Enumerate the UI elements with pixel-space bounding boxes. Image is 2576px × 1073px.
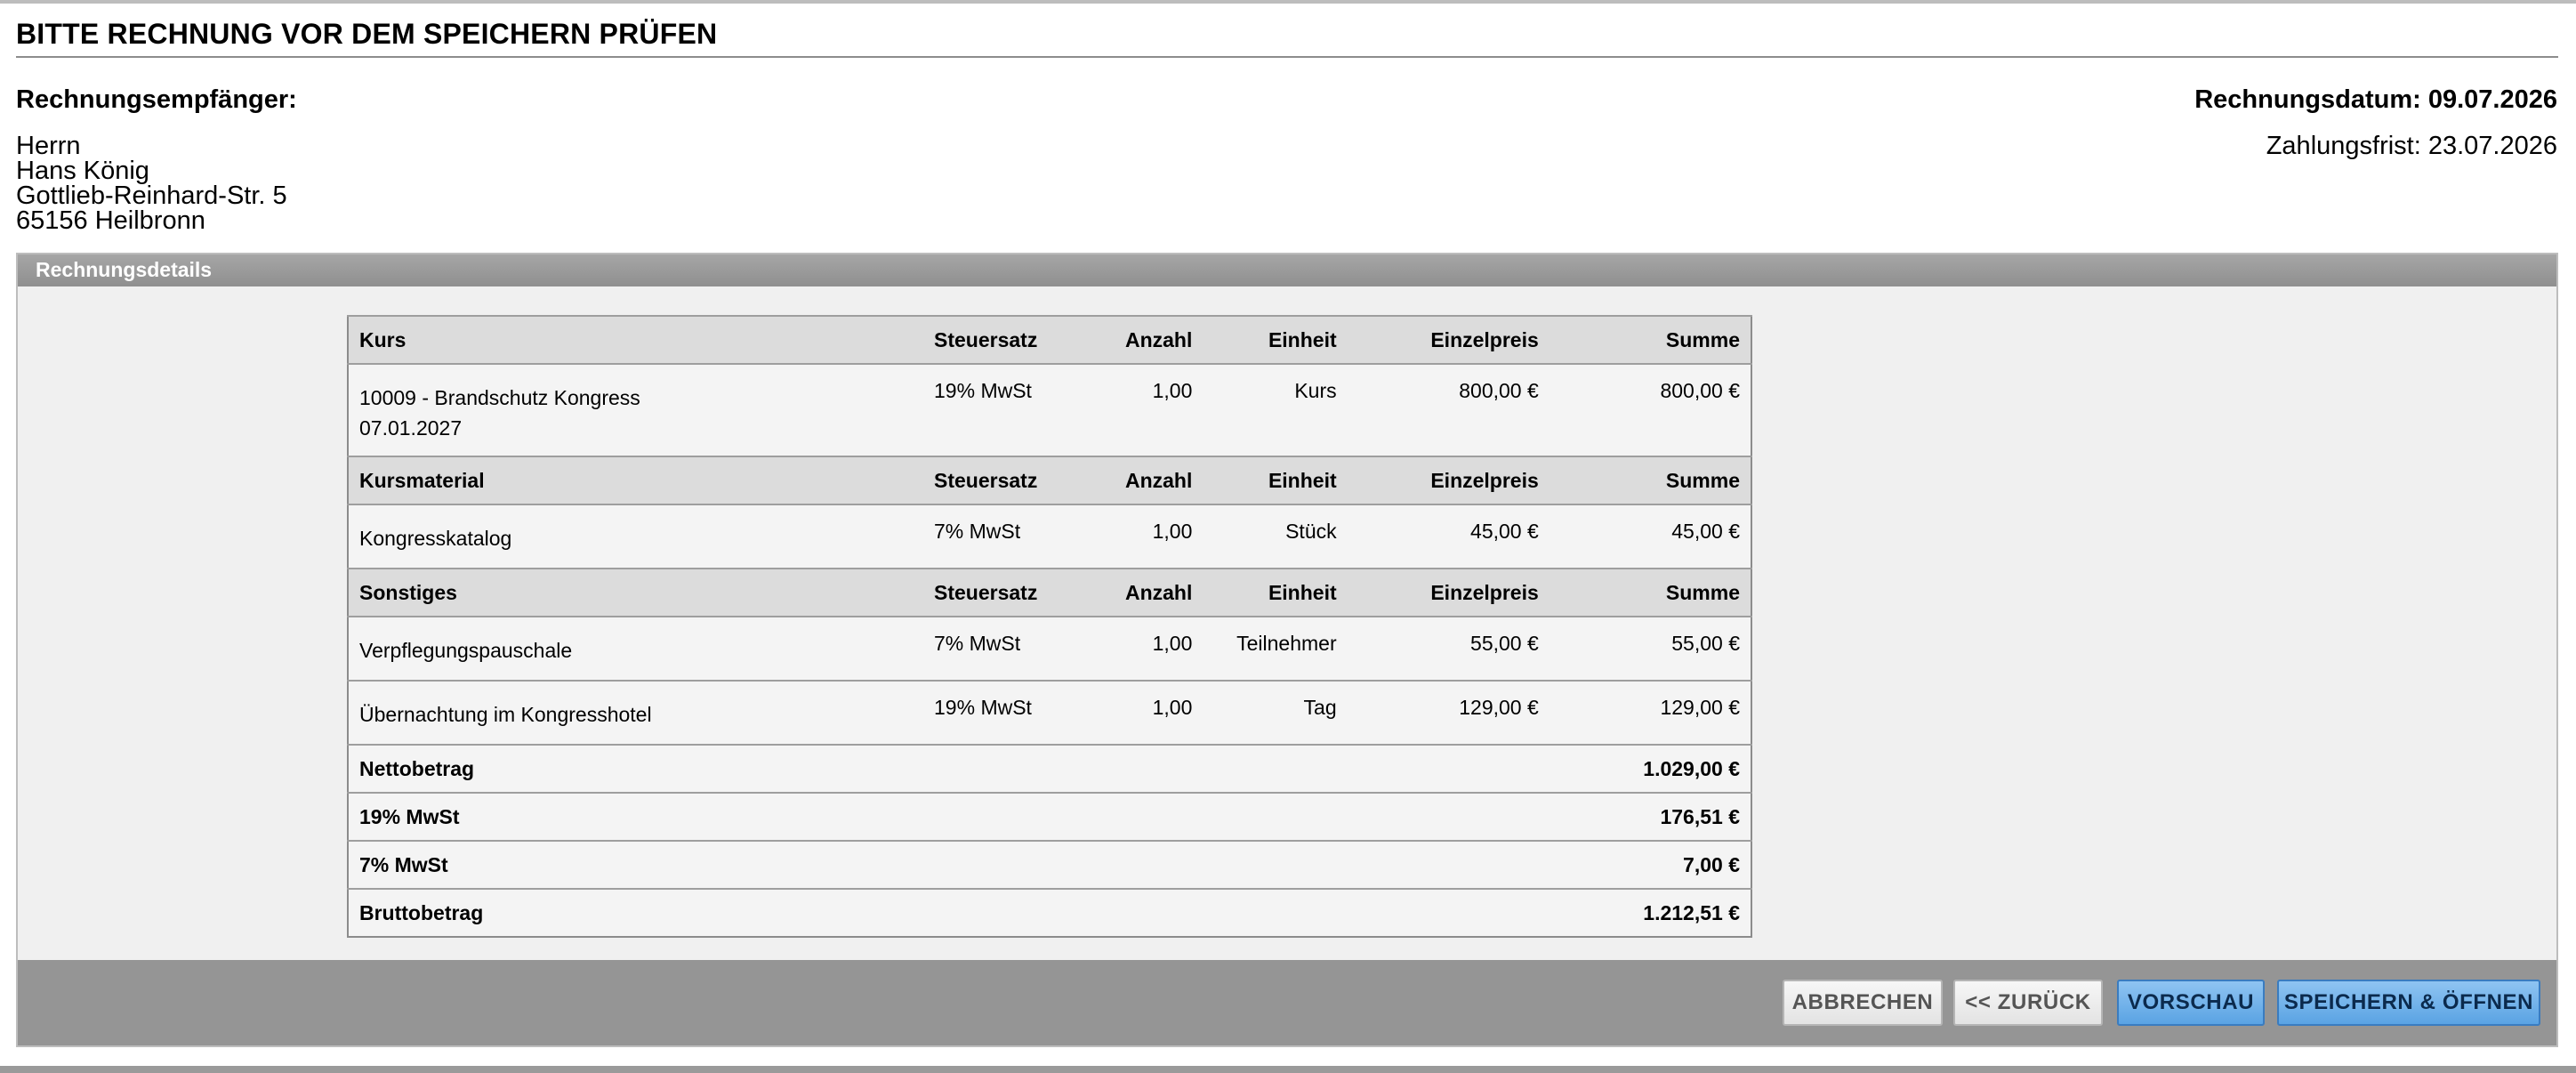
total-value: 176,51 € bbox=[1549, 792, 1751, 841]
column-header-sum: Summe bbox=[1549, 456, 1751, 504]
total-label: 7% MwSt bbox=[348, 840, 1550, 889]
column-header-tax: Steuersatz bbox=[923, 568, 1068, 617]
cancel-button[interactable]: ABBRECHEN bbox=[1783, 980, 1943, 1026]
column-header-sum: Summe bbox=[1549, 315, 1751, 364]
top-rule bbox=[0, 0, 2576, 4]
section-title: Sonstiges bbox=[348, 568, 924, 617]
page-title: BITTE RECHNUNG VOR DEM SPEICHERN PRÜFEN bbox=[16, 18, 2558, 58]
save-and-open-button[interactable]: SPEICHERN & ÖFFNEN bbox=[2277, 980, 2540, 1026]
invoice-details-table: Kurs Steuersatz Anzahl Einheit Einzelpre… bbox=[347, 315, 1752, 938]
item-unit: Kurs bbox=[1203, 363, 1348, 456]
total-value: 1.212,51 € bbox=[1549, 888, 1751, 937]
section-header-kurs: Kurs Steuersatz Anzahl Einheit Einzelpre… bbox=[348, 315, 1751, 364]
table-row: Verpflegungspauschale 7% MwSt 1,00 Teiln… bbox=[348, 616, 1751, 681]
item-qty: 1,00 bbox=[1067, 504, 1203, 569]
invoice-details-panel: Rechnungsdetails Kurs Steuersatz Anzahl … bbox=[16, 253, 2558, 1047]
section-title: Kursmaterial bbox=[348, 456, 924, 504]
recipient-salutation: Herrn bbox=[16, 132, 81, 160]
item-price: 800,00 € bbox=[1347, 363, 1550, 456]
item-tax: 7% MwSt bbox=[923, 616, 1068, 681]
panel-title: Rechnungsdetails bbox=[18, 254, 2556, 286]
column-header-tax: Steuersatz bbox=[923, 315, 1068, 364]
item-price: 45,00 € bbox=[1347, 504, 1550, 569]
total-row-gross: Bruttobetrag 1.212,51 € bbox=[348, 888, 1751, 937]
action-bar: ABBRECHEN << ZURÜCK VORSCHAU SPEICHERN &… bbox=[18, 960, 2556, 1045]
item-tax: 19% MwSt bbox=[923, 680, 1068, 745]
column-header-sum: Summe bbox=[1549, 568, 1751, 617]
total-value: 1.029,00 € bbox=[1549, 744, 1751, 793]
item-tax: 19% MwSt bbox=[923, 363, 1068, 456]
item-sum: 129,00 € bbox=[1549, 680, 1751, 745]
item-description: 10009 - Brandschutz Kongress 07.01.2027 bbox=[348, 363, 924, 456]
column-header-price: Einzelpreis bbox=[1347, 568, 1550, 617]
item-description-line: 10009 - Brandschutz Kongress bbox=[359, 386, 640, 409]
recipient-name: Hans König bbox=[16, 157, 149, 185]
total-label: 19% MwSt bbox=[348, 792, 1550, 841]
column-header-qty: Anzahl bbox=[1067, 315, 1203, 364]
preview-button[interactable]: VORSCHAU bbox=[2117, 980, 2265, 1026]
recipient-address: Herrn Hans König Gottlieb-Reinhard-Str. … bbox=[16, 132, 287, 235]
table-row: 10009 - Brandschutz Kongress 07.01.2027 … bbox=[348, 363, 1751, 456]
item-sum: 45,00 € bbox=[1549, 504, 1751, 569]
item-description: Übernachtung im Kongresshotel bbox=[348, 680, 924, 745]
item-price: 129,00 € bbox=[1347, 680, 1550, 745]
item-price: 55,00 € bbox=[1347, 616, 1550, 681]
item-description: Kongresskatalog bbox=[348, 504, 924, 569]
section-header-sonstiges: Sonstiges Steuersatz Anzahl Einheit Einz… bbox=[348, 568, 1751, 617]
recipient-street: Gottlieb-Reinhard-Str. 5 bbox=[16, 182, 287, 210]
total-value: 7,00 € bbox=[1549, 840, 1751, 889]
recipient-heading: Rechnungsempfänger: bbox=[16, 85, 297, 114]
column-header-price: Einzelpreis bbox=[1347, 315, 1550, 364]
column-header-qty: Anzahl bbox=[1067, 568, 1203, 617]
table-row: Kongresskatalog 7% MwSt 1,00 Stück 45,00… bbox=[348, 504, 1751, 569]
invoice-date: Rechnungsdatum: 09.07.2026 bbox=[2194, 85, 2557, 114]
item-description: Verpflegungspauschale bbox=[348, 616, 924, 681]
column-header-unit: Einheit bbox=[1203, 315, 1348, 364]
item-unit: Tag bbox=[1203, 680, 1348, 745]
table-row: Übernachtung im Kongresshotel 19% MwSt 1… bbox=[348, 680, 1751, 745]
total-label: Bruttobetrag bbox=[348, 888, 1550, 937]
item-unit: Teilnehmer bbox=[1203, 616, 1348, 681]
item-description-line: 07.01.2027 bbox=[359, 416, 463, 440]
total-row-vat19: 19% MwSt 176,51 € bbox=[348, 792, 1751, 841]
item-unit: Stück bbox=[1203, 504, 1348, 569]
section-title: Kurs bbox=[348, 315, 924, 364]
column-header-tax: Steuersatz bbox=[923, 456, 1068, 504]
payment-due-date: Zahlungsfrist: 23.07.2026 bbox=[2266, 132, 2557, 160]
total-row-vat7: 7% MwSt 7,00 € bbox=[348, 840, 1751, 889]
total-label: Nettobetrag bbox=[348, 744, 1550, 793]
item-tax: 7% MwSt bbox=[923, 504, 1068, 569]
item-sum: 55,00 € bbox=[1549, 616, 1751, 681]
section-header-kursmaterial: Kursmaterial Steuersatz Anzahl Einheit E… bbox=[348, 456, 1751, 504]
recipient-city: 65156 Heilbronn bbox=[16, 206, 205, 235]
item-qty: 1,00 bbox=[1067, 616, 1203, 681]
item-sum: 800,00 € bbox=[1549, 363, 1751, 456]
column-header-unit: Einheit bbox=[1203, 568, 1348, 617]
back-button[interactable]: << ZURÜCK bbox=[1953, 980, 2103, 1026]
bottom-rule bbox=[0, 1066, 2576, 1073]
column-header-qty: Anzahl bbox=[1067, 456, 1203, 504]
item-qty: 1,00 bbox=[1067, 363, 1203, 456]
item-qty: 1,00 bbox=[1067, 680, 1203, 745]
column-header-price: Einzelpreis bbox=[1347, 456, 1550, 504]
column-header-unit: Einheit bbox=[1203, 456, 1348, 504]
total-row-net: Nettobetrag 1.029,00 € bbox=[348, 744, 1751, 793]
